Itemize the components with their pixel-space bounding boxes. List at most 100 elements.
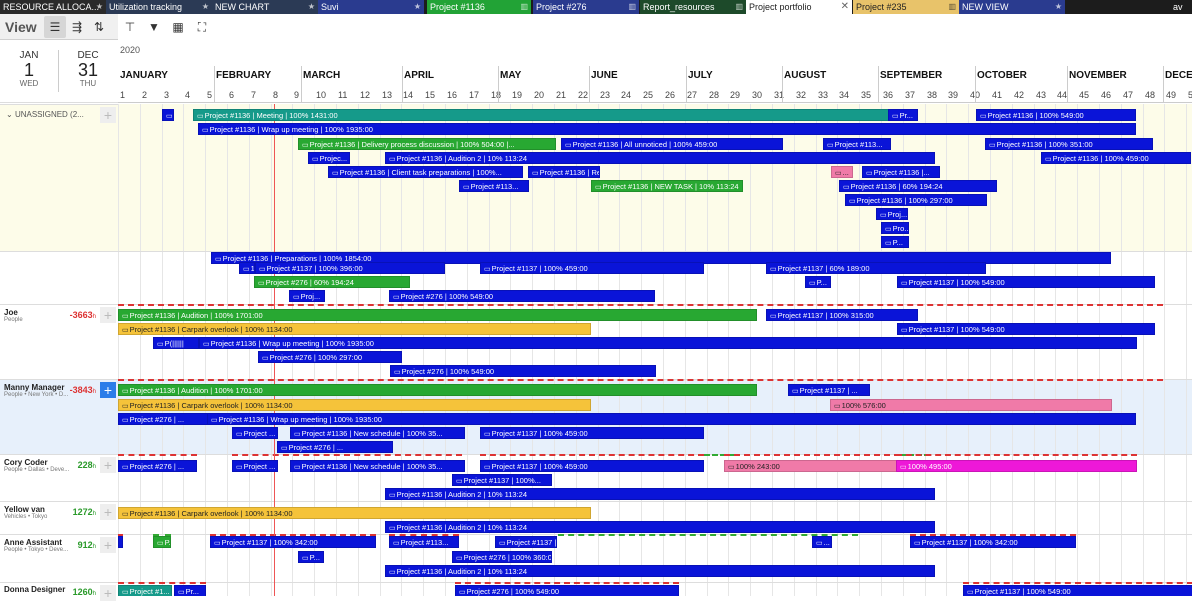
task-bar[interactable]: ▭Project #1137 | ... bbox=[788, 384, 870, 396]
tab-new-chart[interactable]: NEW CHART★ bbox=[212, 0, 318, 14]
task-bar[interactable]: ▭Project #1136 | 100% 351:00 bbox=[985, 138, 1153, 150]
task-bar[interactable]: ▭Project #1137 | 100% 342:00 bbox=[910, 536, 1076, 548]
task-bar[interactable]: ▭Project #1136 | Audition | 100% 1701:00 bbox=[118, 309, 757, 321]
task-bar[interactable]: ▭100% 243:00 bbox=[724, 460, 900, 472]
task-bar[interactable]: ▭Pr... bbox=[888, 109, 918, 121]
task-bar[interactable]: ▭Project #1136 | Carpark overlook | 100%… bbox=[118, 323, 591, 335]
resource-row-anne-assistant[interactable]: Anne Assistant People • Tokyo • Deve... … bbox=[0, 534, 118, 582]
task-bar[interactable]: ▭Project #276 | 100% 549:00 bbox=[390, 365, 656, 377]
task-bar[interactable]: ▭Pr... bbox=[174, 585, 206, 596]
task-bar[interactable]: ▭Project #1136 | 100% 297:00 bbox=[845, 194, 987, 206]
chart-icon[interactable]: ▥ bbox=[948, 0, 956, 14]
task-bar[interactable]: ▭Project #1136 | Wrap up meeting | 100% … bbox=[198, 123, 1136, 135]
tab-report-resources[interactable]: Report_resources▥ bbox=[640, 0, 746, 14]
star-icon[interactable]: ★ bbox=[308, 0, 315, 14]
task-bar[interactable]: ▭Project ... bbox=[232, 427, 278, 439]
task-bar[interactable]: ▭Project #1136 | Carpark overlook | 100%… bbox=[118, 399, 591, 411]
task-bar[interactable]: ▭Project #1137 | 100% 342:00 bbox=[210, 536, 376, 548]
add-icon[interactable]: + bbox=[100, 537, 116, 553]
task-bar[interactable]: ▭... bbox=[812, 536, 832, 548]
view-menu[interactable]: View bbox=[0, 19, 44, 35]
task-bar[interactable]: ▭Project #1137 | 100% 549:00 bbox=[963, 585, 1192, 596]
task-bar[interactable]: ▭Project #1136 | 100% 549:00 bbox=[976, 109, 1136, 121]
task-bar[interactable]: ▭Project #1136 | All unnoticed | 100% 45… bbox=[561, 138, 783, 150]
task-bar[interactable]: ▭Proj... bbox=[289, 290, 325, 302]
task-bar[interactable]: ▭Proj... bbox=[876, 208, 908, 220]
task-bar[interactable]: ▭... bbox=[162, 109, 174, 121]
task-bar[interactable]: ▭Project #1136 | Wrap up meeting | 100% … bbox=[207, 413, 1136, 425]
task-bar[interactable]: ▭P... bbox=[153, 536, 171, 548]
task-bar[interactable]: ▭Project #276 | ... bbox=[277, 441, 393, 453]
resource-row-yellow-van[interactable]: Yellow van Vehicles • Tokyo 1272h + bbox=[0, 501, 118, 534]
resource-row-donna-designer[interactable]: Donna Designer 1260h + bbox=[0, 582, 118, 596]
task-bar[interactable]: ▭Project #1137 | ... bbox=[495, 536, 557, 548]
add-icon[interactable]: + bbox=[100, 382, 116, 398]
tree-expand-icon[interactable]: ⇶ bbox=[66, 16, 88, 38]
task-bar[interactable]: ▭Project #1137 | 100% 396:00 bbox=[255, 262, 445, 274]
star-icon[interactable]: ★ bbox=[202, 0, 209, 14]
task-bar[interactable]: ▭Project #1137 | 60% 189:00 bbox=[766, 262, 986, 274]
task-bar[interactable]: ▭Project #1136 | New schedule | 100% 35.… bbox=[290, 460, 465, 472]
user-menu[interactable]: av bbox=[1170, 0, 1192, 14]
add-icon[interactable]: + bbox=[100, 504, 116, 520]
task-bar[interactable]: ▭Project #1136 | Carpark overlook | 100%… bbox=[118, 507, 591, 519]
task-bar[interactable]: ▭Project #113... bbox=[389, 536, 459, 548]
task-bar[interactable]: ▭Project #1136 | Audition 2 | 10% 113:24 bbox=[385, 565, 935, 577]
task-bar[interactable]: ▭Project #1136 | Wrap up meeting | 100% … bbox=[199, 337, 1137, 349]
sort-icon[interactable]: ⇅ bbox=[88, 16, 110, 38]
task-bar[interactable]: ▭Project #1136 | Audition 2 | 10% 113:24 bbox=[385, 521, 935, 533]
task-bar[interactable]: ▭Project ... bbox=[232, 460, 278, 472]
star-icon[interactable]: ★ bbox=[414, 0, 421, 14]
task-bar[interactable]: ▭Project #1136 | Audition 2 | 10% 113:24 bbox=[385, 488, 935, 500]
resource-row-cory-coder[interactable]: Cory Coder People • Dallas • Deve... 228… bbox=[0, 454, 118, 501]
task-bar[interactable]: ▭100% 495:00 bbox=[896, 460, 1137, 472]
add-icon[interactable]: + bbox=[100, 585, 116, 601]
resource-row-joe[interactable]: Joe People -3663h + bbox=[0, 304, 118, 379]
task-bar[interactable]: ▭Project #1136 | Meeting | 100% 1431:00 bbox=[193, 109, 889, 121]
tab-project-portfolio[interactable]: Project portfolio✕ bbox=[746, 0, 852, 14]
task-bar[interactable]: ▭Project #1136 | Client task preparation… bbox=[328, 166, 523, 178]
chart-icon[interactable]: ▥ bbox=[735, 0, 743, 14]
task-bar[interactable]: ▭1( bbox=[239, 262, 255, 274]
task-bar[interactable]: ▭Project #1136 | Audition 2 | 10% 113:24 bbox=[385, 152, 935, 164]
task-bar[interactable]: ▭Project #1137 | 100% 549:00 bbox=[897, 276, 1155, 288]
task-bar[interactable]: ▭Project #1137 | 100% 549:00 bbox=[897, 323, 1155, 335]
task-bar[interactable]: ▭P... bbox=[298, 551, 324, 563]
task-bar[interactable]: ▭Project #1136 | Report... bbox=[528, 166, 600, 178]
task-bar[interactable]: ▭Project #276 | 100% 549:00 bbox=[389, 290, 655, 302]
chart-icon[interactable]: ▥ bbox=[520, 0, 528, 14]
task-bar[interactable]: ▭100% 576:00 bbox=[830, 399, 1112, 411]
tab-utilization-tracking[interactable]: Utilization tracking★ bbox=[106, 0, 212, 14]
task-bar[interactable]: ▭Project #1137 | 100% 459:00 bbox=[480, 460, 704, 472]
end-date[interactable]: DEC 31 THU bbox=[60, 50, 116, 88]
star-icon[interactable]: ★ bbox=[96, 0, 103, 14]
date-range[interactable]: JAN 1 WED DEC 31 THU bbox=[0, 40, 118, 103]
tab-project-1136[interactable]: Project #1136▥ bbox=[427, 0, 531, 14]
tab-project-235[interactable]: Project #235▥ bbox=[853, 0, 959, 14]
task-bar[interactable]: ▭Project #276 | 60% 194:24 bbox=[254, 276, 410, 288]
task-bar[interactable]: ▭Project #1136 | 100% 459:00 bbox=[1041, 152, 1191, 164]
task-bar[interactable]: ▭Pro... bbox=[881, 222, 909, 234]
tab-project-276[interactable]: Project #276▥ bbox=[533, 0, 639, 14]
gantt-grid[interactable]: ▭... ▭Project #1136 | Meeting | 100% 1431… bbox=[118, 104, 1192, 596]
task-bar[interactable]: ▭Project #276 | ... bbox=[118, 460, 197, 472]
task-bar[interactable]: ▭Project #113... bbox=[459, 180, 529, 192]
tab-new-view[interactable]: NEW VIEW★ bbox=[959, 0, 1065, 14]
task-bar[interactable]: ▭P... bbox=[805, 276, 831, 288]
task-bar[interactable]: ▭Project #1136 | New schedule | 100% 35.… bbox=[290, 427, 465, 439]
filter-icon[interactable]: ▼ bbox=[142, 15, 166, 39]
tab-resource-allocation[interactable]: RESOURCE ALLOCA...★ bbox=[0, 0, 106, 14]
menu-icon[interactable]: ☰ bbox=[44, 16, 66, 38]
task-bar[interactable]: ▭Project #1136 | 60% 194:24 bbox=[839, 180, 997, 192]
fit-screen-icon[interactable]: ⛶ bbox=[190, 15, 214, 39]
task-bar[interactable] bbox=[118, 536, 123, 548]
add-icon[interactable]: + bbox=[100, 107, 116, 123]
task-bar[interactable]: ▭... bbox=[831, 166, 853, 178]
close-icon[interactable]: ✕ bbox=[841, 0, 849, 14]
resource-row-manny-manager[interactable]: Manny Manager People • New York • D... -… bbox=[0, 379, 118, 454]
task-bar[interactable]: ▭Project #1137 | 100%... bbox=[452, 474, 552, 486]
task-bar[interactable]: ▭Project #1137 | 100% 315:00 bbox=[766, 309, 918, 321]
task-bar[interactable]: ▭Project #1136 |... bbox=[862, 166, 940, 178]
chevron-down-icon[interactable]: ⌄ bbox=[6, 110, 15, 119]
task-bar[interactable]: ▭Project #276 | 100% 549:00 bbox=[455, 585, 679, 596]
